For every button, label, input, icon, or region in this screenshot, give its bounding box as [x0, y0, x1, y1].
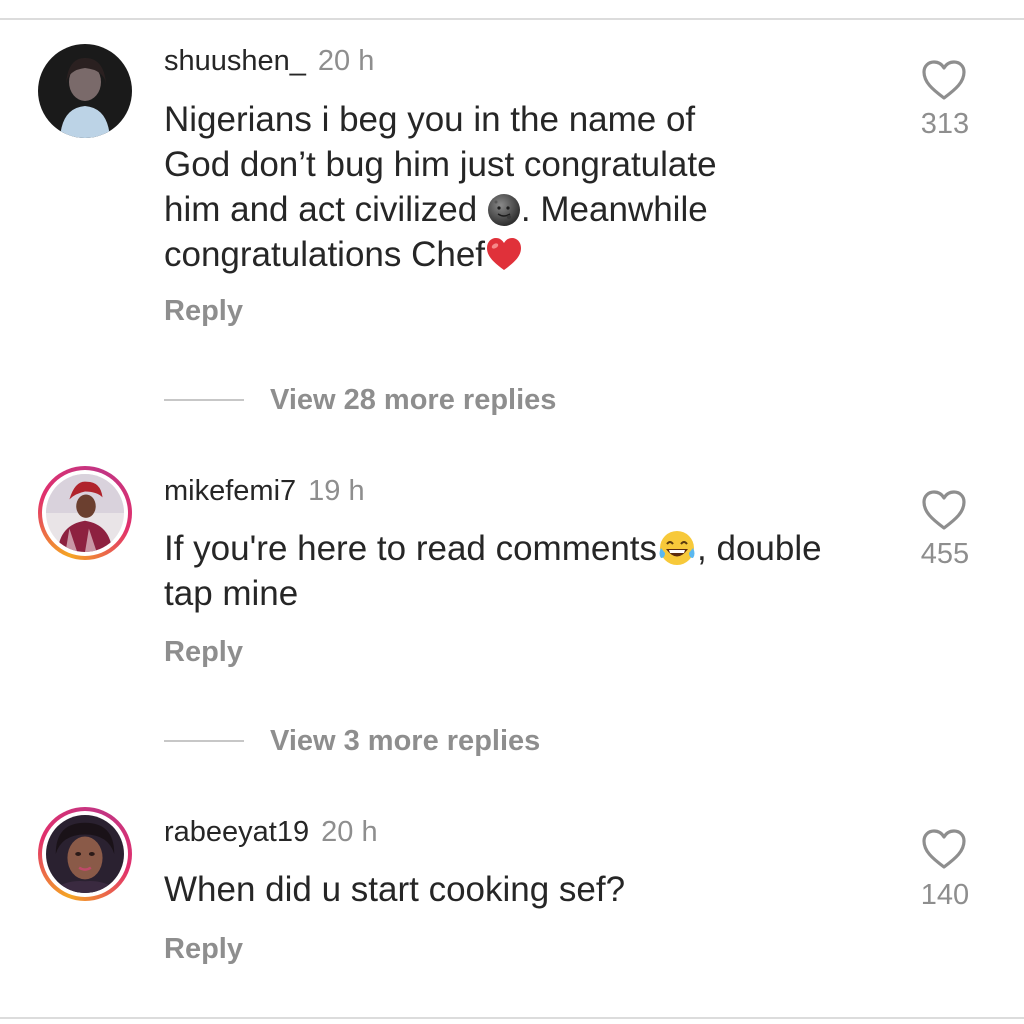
- view-more-replies-button[interactable]: View 28 more replies: [164, 383, 556, 417]
- comment-text: If you're here to read comments, double …: [164, 526, 864, 616]
- like-count: 140: [920, 879, 970, 911]
- comment-line: him and act civilized . Meanwhile: [164, 187, 864, 232]
- red-heart-icon: [485, 236, 523, 272]
- reply-button[interactable]: Reply: [164, 294, 243, 328]
- like-count: 313: [920, 108, 970, 140]
- comment-line-part: . Meanwhile: [520, 190, 708, 229]
- comment-meta: rabeeyat19 20 h: [164, 815, 378, 849]
- avatar[interactable]: [38, 44, 132, 138]
- heart-icon[interactable]: [920, 488, 968, 532]
- top-divider: [0, 18, 1024, 20]
- new-moon-face-icon: [487, 193, 521, 227]
- avatar-inner: [42, 811, 128, 897]
- view-more-replies-label: View 3 more replies: [270, 725, 541, 757]
- bottom-divider: [0, 1017, 1024, 1019]
- avatar-photo: [38, 44, 132, 138]
- comment-line-part: him and act civilized: [164, 190, 487, 229]
- comment-line-part: , double: [697, 529, 822, 568]
- username[interactable]: shuushen_: [164, 45, 306, 77]
- comment-line-part: If you're here to read comments: [164, 529, 658, 568]
- avatar-photo: [46, 815, 124, 893]
- comment-text: Nigerians i beg you in the name of God d…: [164, 97, 864, 277]
- avatar[interactable]: [38, 807, 132, 901]
- comment-line: tap mine: [164, 574, 299, 613]
- avatar[interactable]: [38, 466, 132, 560]
- replies-rule: [164, 399, 244, 401]
- timestamp: 20 h: [321, 816, 378, 848]
- comment-line: When did u start cooking sef?: [164, 870, 626, 909]
- reply-button[interactable]: Reply: [164, 635, 243, 669]
- comment-line: Nigerians i beg you in the name of: [164, 100, 696, 139]
- view-more-replies-button[interactable]: View 3 more replies: [164, 724, 540, 758]
- view-more-replies-label: View 28 more replies: [270, 384, 557, 416]
- username[interactable]: mikefemi7: [164, 475, 296, 507]
- comment-line-part: congratulations Chef: [164, 235, 486, 274]
- reply-button[interactable]: Reply: [164, 932, 243, 966]
- heart-icon[interactable]: [920, 827, 968, 871]
- comment-text: When did u start cooking sef?: [164, 867, 864, 912]
- username[interactable]: rabeeyat19: [164, 816, 309, 848]
- avatar-photo: [46, 474, 124, 552]
- replies-rule: [164, 740, 244, 742]
- heart-icon[interactable]: [920, 58, 968, 102]
- comment-line: If you're here to read comments , double: [164, 526, 864, 571]
- avatar-inner: [42, 470, 128, 556]
- timestamp: 19 h: [308, 475, 365, 507]
- timestamp: 20 h: [317, 45, 375, 77]
- comment-line: congratulations Chef: [164, 232, 864, 277]
- comment-line: God don’t bug him just congratulate: [164, 145, 717, 184]
- comment-meta: mikefemi7 19 h: [164, 474, 365, 508]
- comment-meta: shuushen_ 20 h: [164, 44, 374, 78]
- tears-of-joy-icon: [657, 528, 697, 568]
- like-count: 455: [920, 538, 970, 570]
